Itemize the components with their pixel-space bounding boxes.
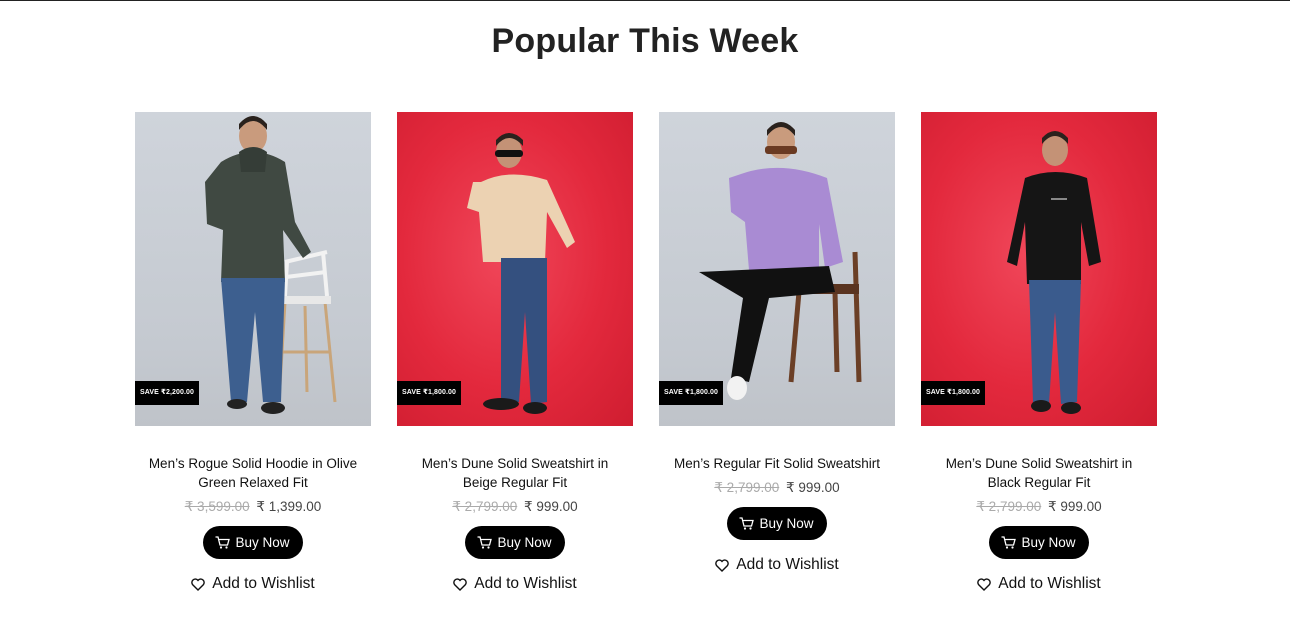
- buy-now-label: Buy Now: [235, 535, 290, 550]
- top-divider: [0, 0, 1290, 1]
- sale-price: ₹ 1,399.00: [256, 499, 322, 514]
- original-price: ₹ 3,599.00: [184, 499, 250, 514]
- add-to-wishlist-link[interactable]: Add to Wishlist: [659, 556, 895, 574]
- wishlist-label: Add to Wishlist: [212, 575, 315, 592]
- product-image[interactable]: SAVE ₹1,800.00: [659, 112, 895, 426]
- buy-now-button[interactable]: Buy Now: [465, 526, 565, 559]
- heart-icon: [977, 577, 991, 591]
- cart-icon: [1001, 536, 1017, 549]
- cart-icon: [477, 536, 493, 549]
- sale-price: ₹ 999.00: [786, 480, 840, 495]
- product-image[interactable]: SAVE ₹1,800.00: [921, 112, 1157, 426]
- add-to-wishlist-link[interactable]: Add to Wishlist: [135, 575, 371, 593]
- sale-price: ₹ 999.00: [1048, 499, 1102, 514]
- product-image[interactable]: SAVE ₹1,800.00: [397, 112, 633, 426]
- product-name[interactable]: Men’s Dune Solid Sweatshirt in Black Reg…: [921, 454, 1157, 492]
- buy-now-button[interactable]: Buy Now: [727, 507, 827, 540]
- discount-badge: SAVE ₹1,800.00: [397, 381, 462, 405]
- product-name[interactable]: Men’s Rogue Solid Hoodie in Olive Green …: [135, 454, 371, 492]
- model-photo: [467, 133, 575, 414]
- model-photo: [1007, 131, 1101, 414]
- original-price: ₹ 2,799.00: [976, 499, 1042, 514]
- product-card: SAVE ₹1,800.00 Men’s Regular Fit Solid S…: [659, 112, 895, 574]
- wishlist-label: Add to Wishlist: [736, 556, 839, 573]
- heart-icon: [453, 577, 467, 591]
- heart-icon: [191, 577, 205, 591]
- wishlist-label: Add to Wishlist: [998, 575, 1101, 592]
- buy-now-label: Buy Now: [759, 516, 814, 531]
- product-card: SAVE ₹1,800.00 Men’s Dune Solid Sweatshi…: [397, 112, 633, 593]
- product-image[interactable]: SAVE ₹2,200.00: [135, 112, 371, 426]
- product-price: ₹ 3,599.00 ₹ 1,399.00: [135, 499, 371, 515]
- product-price: ₹ 2,799.00 ₹ 999.00: [659, 480, 895, 496]
- heart-icon: [715, 558, 729, 572]
- product-price: ₹ 2,799.00 ₹ 999.00: [921, 499, 1157, 515]
- buy-now-label: Buy Now: [1021, 535, 1076, 550]
- product-name[interactable]: Men’s Dune Solid Sweatshirt in Beige Reg…: [397, 454, 633, 492]
- product-card: SAVE ₹1,800.00 Men’s Dune Solid Sweatshi…: [921, 112, 1157, 593]
- sale-price: ₹ 999.00: [524, 499, 578, 514]
- cart-icon: [215, 536, 231, 549]
- original-price: ₹ 2,799.00: [714, 480, 780, 495]
- discount-badge: SAVE ₹1,800.00: [659, 381, 724, 405]
- add-to-wishlist-link[interactable]: Add to Wishlist: [921, 575, 1157, 593]
- product-card: SAVE ₹2,200.00 Men’s Rogue Solid Hoodie …: [135, 112, 371, 593]
- buy-now-label: Buy Now: [497, 535, 552, 550]
- product-grid: SAVE ₹2,200.00 Men’s Rogue Solid Hoodie …: [135, 112, 1157, 612]
- original-price: ₹ 2,799.00: [452, 499, 518, 514]
- product-name[interactable]: Men’s Regular Fit Solid Sweatshirt: [659, 454, 895, 473]
- model-photo: [205, 116, 337, 414]
- product-price: ₹ 2,799.00 ₹ 999.00: [397, 499, 633, 515]
- discount-badge: SAVE ₹1,800.00: [921, 381, 986, 405]
- add-to-wishlist-link[interactable]: Add to Wishlist: [397, 575, 633, 593]
- model-photo: [699, 122, 862, 400]
- cart-icon: [739, 517, 755, 530]
- buy-now-button[interactable]: Buy Now: [203, 526, 303, 559]
- buy-now-button[interactable]: Buy Now: [989, 526, 1089, 559]
- discount-badge: SAVE ₹2,200.00: [135, 381, 200, 405]
- section-title: Popular This Week: [491, 22, 799, 60]
- wishlist-label: Add to Wishlist: [474, 575, 577, 592]
